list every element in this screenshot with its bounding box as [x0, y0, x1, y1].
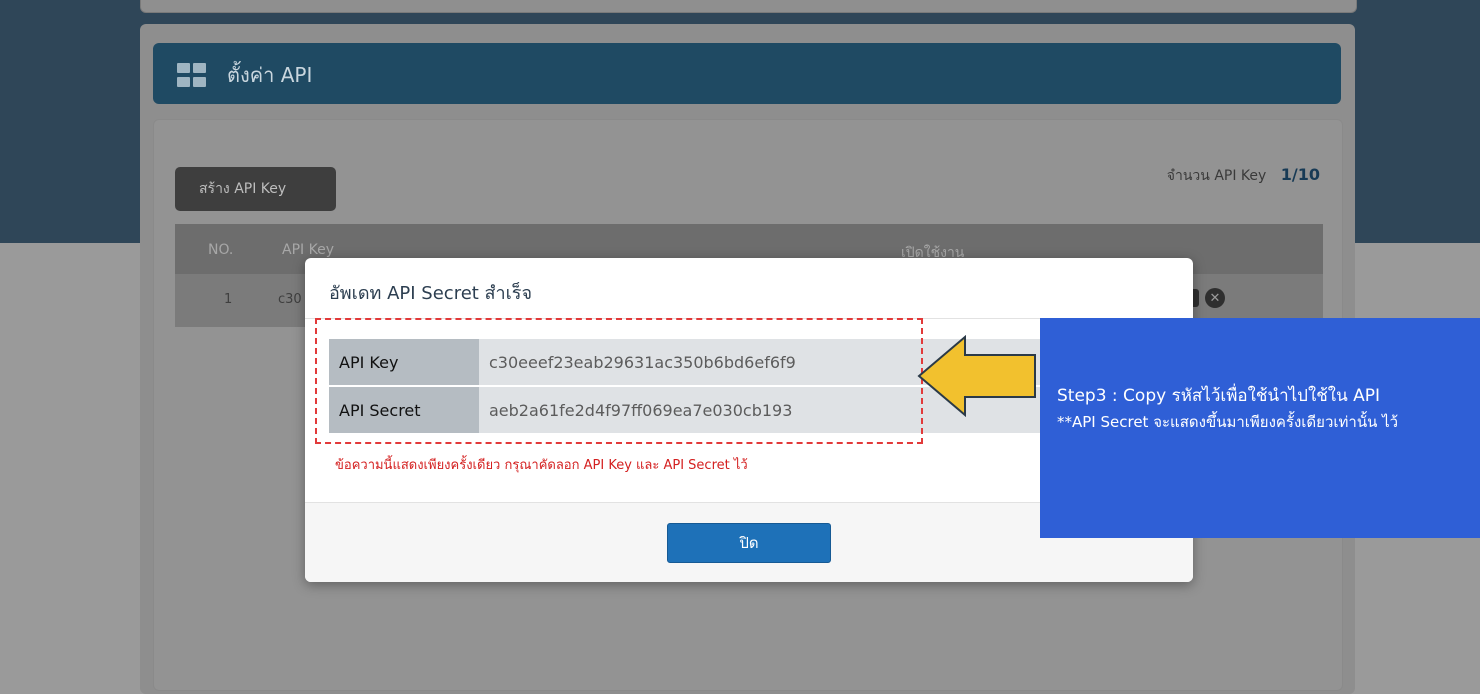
create-api-key-button[interactable]: สร้าง API Key	[175, 167, 336, 211]
grid-icon	[177, 63, 209, 89]
dialog-title: อัพเดท API Secret สำเร็จ	[329, 283, 533, 304]
top-card	[140, 0, 1357, 13]
panel-title: ตั้งค่า API	[227, 63, 313, 87]
api-key-count: จำนวน API Key 1/10	[1167, 165, 1320, 187]
panel-header: ตั้งค่า API	[153, 43, 1341, 104]
close-button[interactable]: ปิด	[667, 523, 831, 563]
api-key-count-label: จำนวน API Key	[1166, 168, 1267, 184]
delete-icon[interactable]: ✕	[1205, 288, 1225, 308]
warning-message: ข้อความนี้แสดงเพียงครั้งเดียว กรุณาคัดลอ…	[335, 458, 748, 473]
api-key-count-value: 1/10	[1280, 165, 1320, 184]
highlight-box	[315, 318, 923, 444]
callout-note-text: **API Secret จะแสดงขึ้นมาเพียงครั้งเดียว…	[1057, 413, 1399, 431]
left-arrow-icon	[917, 335, 1036, 417]
row-api-key: c30	[278, 292, 302, 307]
callout-step-text: Step3 : Copy รหัสไว้เพื่อใช้นำไปใช้ใน AP…	[1057, 386, 1381, 406]
column-header-api-key: API Key	[282, 242, 334, 258]
instruction-callout: Step3 : Copy รหัสไว้เพื่อใช้นำไปใช้ใน AP…	[1040, 318, 1480, 538]
row-number: 1	[224, 292, 233, 307]
column-header-no: NO.	[208, 242, 234, 258]
